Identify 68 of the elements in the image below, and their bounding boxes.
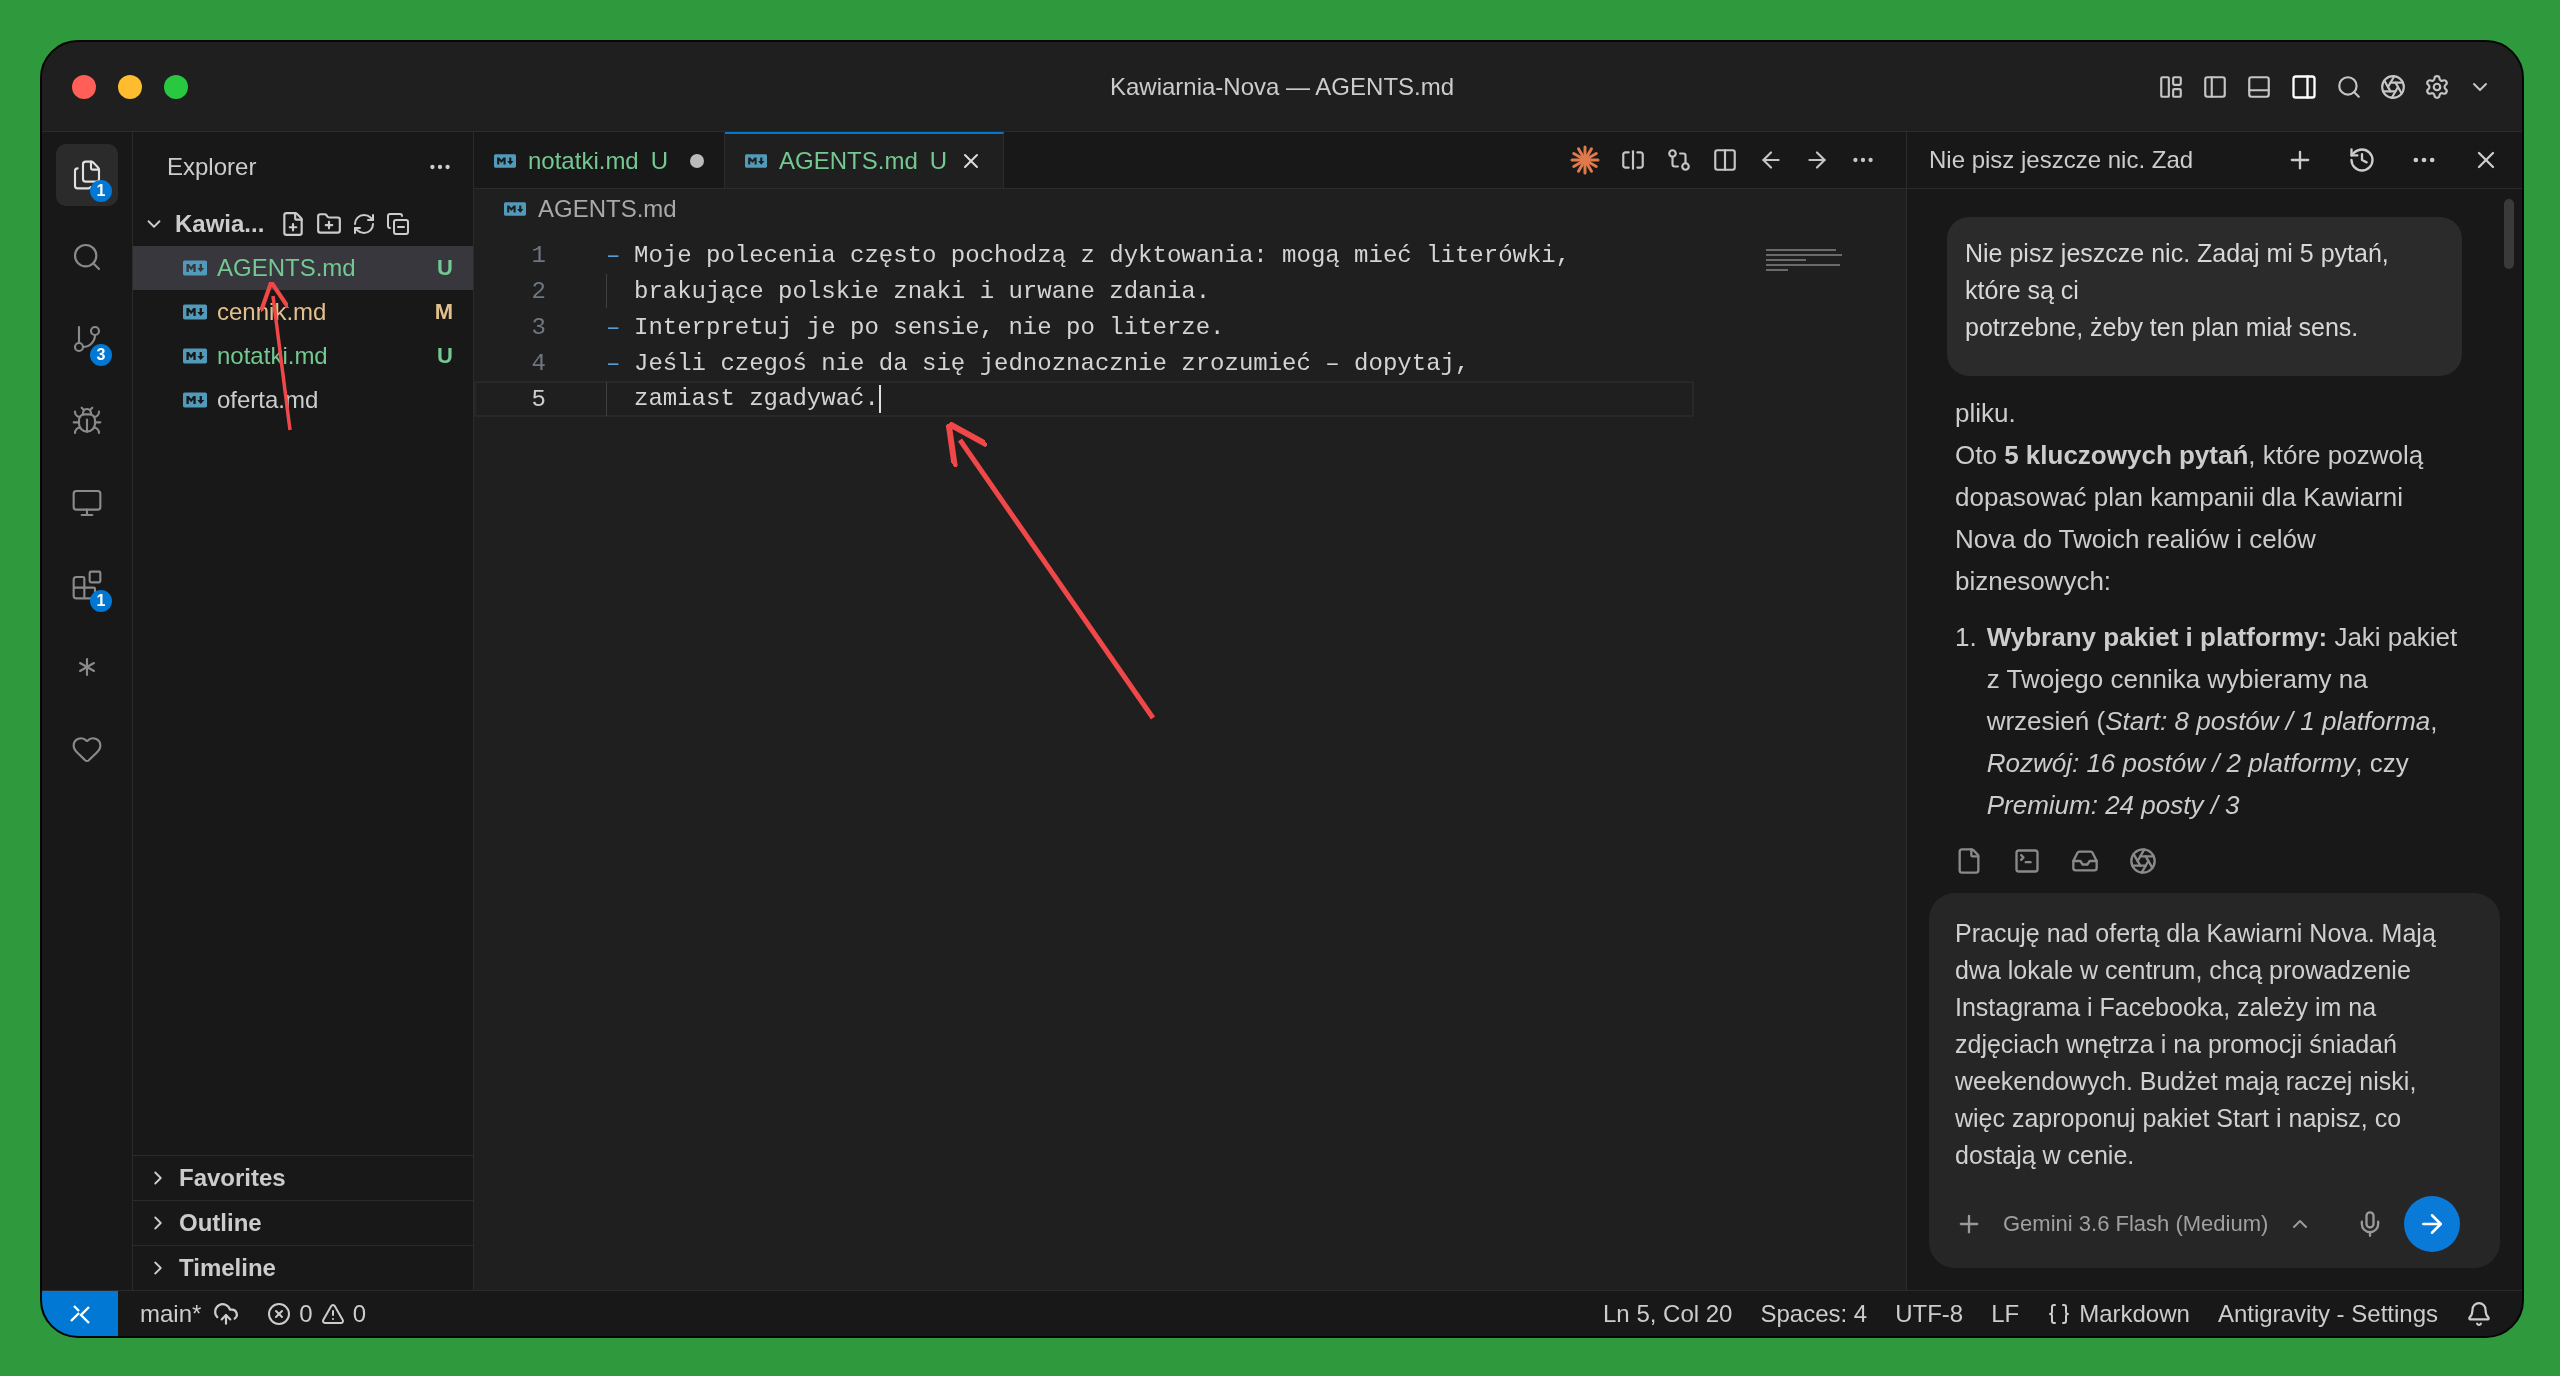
code-line: 2 brakujące polskie znaki i urwane zdania. <box>474 273 1694 309</box>
problems-status[interactable]: 0 0 <box>267 1299 367 1328</box>
warning-icon <box>320 1301 345 1326</box>
code-line: 4 – Jeśli czegoś nie da się jednoznacznie zrozumieć – dopytaj, <box>530 348 1471 379</box>
secondary-sidebar-icon[interactable] <box>2290 72 2318 101</box>
message-input[interactable]: Pracuję nad ofertą dla Kawiarni Nova. Mają dwa lokale w centrum, chcą prowadzenie Instagrama i Facebooka, zależy im na zdjęciach wnętrza i na promocji śniadań weekendowych. Budżet mają raczej niski, więc zaproponuj pakiet Start i napisz, co dostają w cenie. Gemini 3.6 Flash (Medium) <box>1929 893 2500 1268</box>
status-item[interactable]: LF <box>1991 1299 2020 1328</box>
starburst-icon[interactable] <box>1570 145 1600 175</box>
list-item-text: Wybrany pakiet i platformy: Jaki pakiet z Twojego cennika wybieramy na wrzesień (Start: 8 postów / 1 platforma, Rozwój: 16 postów / 2 platformy, czy Premium: 24 posty / 3 <box>1986 621 2459 822</box>
code-line: 1 – Moje polecenia często pochodzą z dyktowania: mogą mieć literówki, <box>530 240 1572 271</box>
count-badge: 3 <box>90 344 112 366</box>
bug-icon <box>71 405 103 437</box>
warning-count: 0 <box>352 1299 367 1328</box>
list-number: 1. <box>1955 621 1977 654</box>
folder-name[interactable]: Kawia... <box>175 210 265 238</box>
new-folder-icon[interactable] <box>316 211 343 237</box>
window-title: Kawiarnia-Nova — AGENTS.md <box>1109 72 1455 101</box>
send-button[interactable] <box>2404 1196 2460 1252</box>
status-item[interactable]: Antigravity - Settings <box>2217 1299 2438 1328</box>
count-badge: 1 <box>90 180 112 202</box>
error-icon <box>267 1301 292 1326</box>
bell-icon[interactable] <box>2466 1300 2492 1327</box>
activity-bar-item[interactable]: 3 <box>56 308 118 370</box>
activity-bar-item[interactable]: 1 <box>56 144 118 206</box>
text-cursor <box>878 385 881 413</box>
activity-bar-item[interactable]: 1 <box>56 554 118 616</box>
browser-icon[interactable] <box>2129 847 2157 875</box>
compare-icon[interactable] <box>1666 147 1692 173</box>
cloud-upload-icon[interactable] <box>213 1300 240 1327</box>
collapse-icon[interactable] <box>386 212 411 236</box>
maximize-window-button[interactable] <box>164 74 188 99</box>
user-message: Nie pisz jeszcze nic. Zadaj mi 5 pytań, które są ci potrzebne, żeby ten plan miał sens. <box>1947 217 2462 376</box>
search-icon <box>71 241 103 273</box>
terminal-icon[interactable] <box>2013 847 2041 875</box>
status-item[interactable]: Spaces: 4 <box>1760 1299 1868 1328</box>
browser-icon[interactable] <box>2380 73 2406 100</box>
settings-icon[interactable] <box>2424 73 2450 100</box>
refresh-icon[interactable] <box>352 212 377 236</box>
assistant-text: pliku. <box>1954 397 2017 430</box>
count-badge: 1 <box>90 590 112 612</box>
layout-icon[interactable] <box>2158 73 2184 100</box>
file-item[interactable]: AGENTS.md U <box>133 246 473 290</box>
close-window-button[interactable] <box>72 74 96 99</box>
panel-toggle-icon[interactable] <box>2246 73 2272 100</box>
section-header[interactable]: Outline <box>133 1200 473 1245</box>
monitor-icon <box>71 487 103 519</box>
branch-status[interactable]: main* <box>140 1299 202 1328</box>
error-count: 0 <box>299 1299 313 1328</box>
status-item[interactable]: Ln 5, Col 20 <box>1603 1299 1733 1328</box>
remote-button[interactable] <box>42 1291 118 1336</box>
language-status[interactable]: Markdown <box>2047 1299 2190 1328</box>
assistant-text: Oto 5 kluczowych pytań, które pozwolą dopasować plan kampanii dla Kawiarni Nova do Twoich realiów i celów biznesowych: <box>1954 439 2425 598</box>
panel-title: Explorer <box>167 153 257 181</box>
search-icon[interactable] <box>2336 73 2362 100</box>
braces-icon <box>2047 1301 2072 1326</box>
history-icon[interactable] <box>2348 146 2376 174</box>
code-line: 3 – Interpretuj je po sensie, nie po literze. <box>530 312 1226 343</box>
section-header[interactable]: Favorites <box>133 1155 473 1200</box>
editor-tab[interactable]: AGENTS.md U <box>725 132 1005 188</box>
scrollbar-thumb <box>2504 199 2514 269</box>
sidebar-toggle-icon[interactable] <box>2202 73 2228 100</box>
minimize-window-button[interactable] <box>118 74 142 99</box>
model-selector[interactable]: Gemini 3.6 Flash (Medium) <box>2003 1211 2269 1237</box>
chat-title: Nie pisz jeszcze nic. Zad <box>1929 146 2195 174</box>
language-name: Markdown <box>2079 1299 2190 1328</box>
split-editor-icon[interactable] <box>1712 147 1738 173</box>
status-item[interactable]: UTF-8 <box>1895 1299 1964 1328</box>
breadcrumb-item[interactable]: AGENTS.md <box>538 195 677 223</box>
